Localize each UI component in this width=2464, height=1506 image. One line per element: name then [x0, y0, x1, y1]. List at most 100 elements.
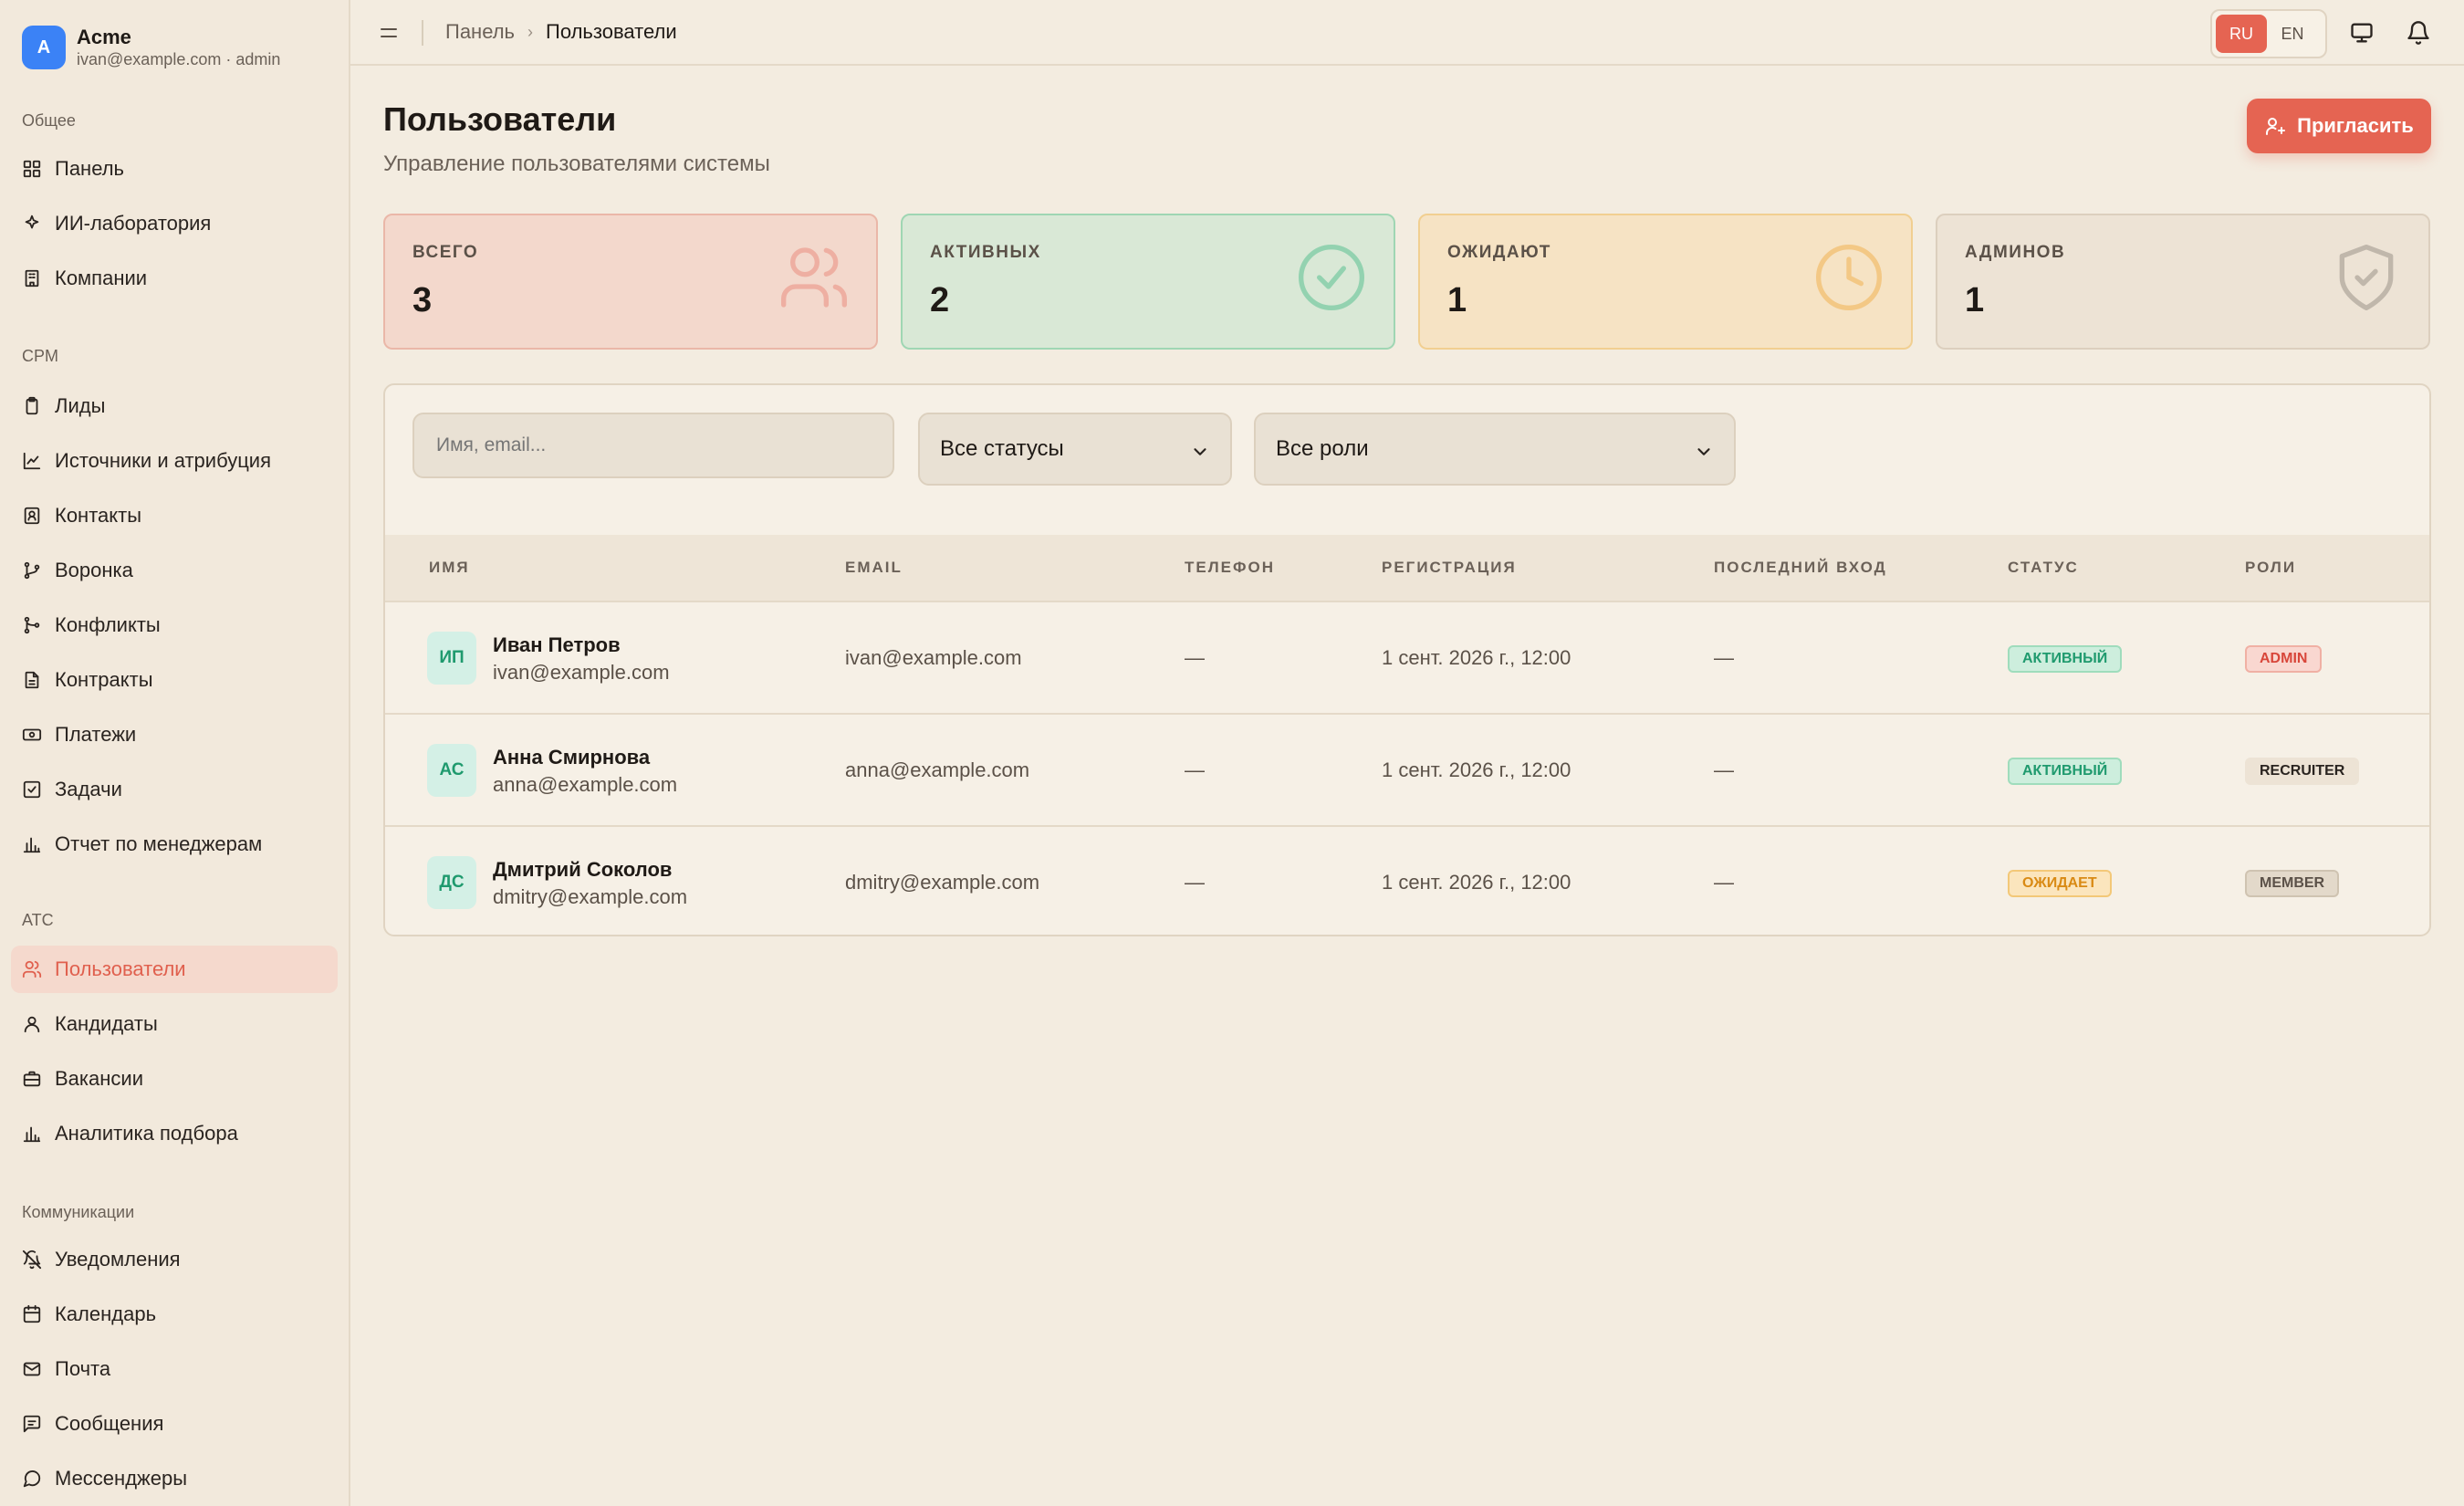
sidebar-item[interactable]: Конфликты: [11, 601, 338, 649]
sidebar-item[interactable]: Сообщения: [11, 1400, 338, 1448]
cell-registered: 1 сент. 2026 г., 12:00: [1382, 871, 1571, 894]
sidebar-section-general: Общее: [22, 111, 76, 130]
table-row[interactable]: ИП Иван Петров ivan@example.com ivan@exampl…: [385, 601, 2429, 713]
clock-icon: [1816, 245, 1882, 310]
user-name[interactable]: Анна Смирнова: [493, 746, 650, 769]
chart-line-icon: [23, 452, 41, 470]
sidebar-item[interactable]: Лиды: [11, 382, 338, 430]
table-row[interactable]: ДС Дмитрий Соколов dmitry@example.com dmitr…: [385, 825, 2429, 935]
cell-email: dmitry@example.com: [845, 871, 1040, 894]
stat-label: АКТИВНЫХ: [930, 243, 1041, 262]
sidebar-item-label: Календарь: [55, 1302, 157, 1325]
sidebar-item[interactable]: Платежи: [11, 711, 338, 758]
status-badge: ОЖИДАЕТ: [2008, 870, 2112, 897]
banknote-icon: [22, 728, 42, 741]
sidebar-item-label: Почта: [55, 1357, 111, 1380]
chevron-right-icon: ›: [527, 22, 534, 41]
bar-chart-icon: [23, 837, 41, 853]
avatar: ДС: [427, 856, 476, 909]
role-filter-select[interactable]: Все роли: [1254, 413, 1736, 486]
invite-label: Пригласить: [2297, 114, 2414, 137]
users-panel: Все статусы Все роли ИМЯ EMAIL ТЕЛЕФОН Р…: [383, 383, 2431, 936]
workspace-switcher[interactable]: A Acme ivan@example.com · admin: [22, 24, 280, 71]
sidebar-item-label: Задачи: [55, 778, 122, 800]
git-branch-icon: [24, 561, 40, 580]
sidebar-item[interactable]: Мессенджеры: [11, 1455, 338, 1502]
role-badge: RECRUITER: [2245, 758, 2360, 785]
sidebar-item-label: Сообщения: [55, 1412, 164, 1435]
sidebar-item-label: Лиды: [55, 394, 106, 417]
lang-en-button[interactable]: EN: [2267, 15, 2318, 53]
sidebar-section-atc: ATC: [22, 911, 54, 929]
user-email-sub: anna@example.com: [493, 773, 678, 796]
sidebar-item-label: Контакты: [55, 504, 142, 527]
column-name[interactable]: ИМЯ: [429, 559, 470, 577]
monitor-icon[interactable]: [2349, 20, 2375, 46]
column-status[interactable]: СТАТУС: [2008, 559, 2079, 577]
sidebar-item[interactable]: Вакансии: [11, 1055, 338, 1103]
sidebar-item[interactable]: Контракты: [11, 656, 338, 704]
column-email[interactable]: EMAIL: [845, 559, 903, 577]
invite-button[interactable]: Пригласить: [2247, 99, 2431, 153]
git-merge-icon: [24, 616, 40, 634]
sidebar-item-label: Аналитика подбора: [55, 1122, 238, 1145]
sidebar-item[interactable]: Уведомления: [11, 1236, 338, 1283]
sidebar-item[interactable]: Аналитика подбора: [11, 1110, 338, 1157]
user-name[interactable]: Иван Петров: [493, 633, 621, 657]
avatar: ИП: [427, 632, 476, 685]
shield-check-icon: [2339, 245, 2394, 311]
table-row[interactable]: АС Анна Смирнова anna@example.com anna@exam…: [385, 713, 2429, 825]
column-phone[interactable]: ТЕЛЕФОН: [1185, 559, 1275, 577]
column-registered[interactable]: РЕГИСТРАЦИЯ: [1382, 559, 1517, 577]
column-roles[interactable]: РОЛИ: [2245, 559, 2296, 577]
table-header: ИМЯ EMAIL ТЕЛЕФОН РЕГИСТРАЦИЯ ПОСЛЕДНИЙ …: [385, 535, 2429, 601]
briefcase-icon: [23, 1071, 41, 1087]
message-circle-icon: [23, 1470, 41, 1488]
cell-last-login: —: [1714, 758, 1734, 781]
sidebar-item-label: Пользователи: [55, 957, 186, 980]
sidebar-item[interactable]: Календарь: [11, 1291, 338, 1338]
search-input[interactable]: [412, 413, 894, 478]
status-badge: АКТИВНЫЙ: [2008, 645, 2123, 673]
sidebar-item-label: Платежи: [55, 723, 137, 746]
sidebar-item[interactable]: Почта: [11, 1345, 338, 1393]
sidebar-item[interactable]: Пользователи: [11, 946, 338, 993]
role-badge: MEMBER: [2245, 870, 2340, 897]
sidebar-item[interactable]: Источники и атрибуция: [11, 437, 338, 485]
lang-ru-button[interactable]: RU: [2216, 15, 2267, 53]
sidebar-item[interactable]: Кандидаты: [11, 1000, 338, 1048]
cell-registered: 1 сент. 2026 г., 12:00: [1382, 758, 1571, 781]
breadcrumb-dashboard[interactable]: Панель: [445, 20, 515, 44]
building-icon: [25, 269, 39, 288]
sidebar-item[interactable]: Отчет по менеджерам: [11, 821, 338, 868]
bar-chart-icon: [23, 1126, 41, 1143]
message-square-icon: [23, 1415, 41, 1433]
sidebar-toggle-icon[interactable]: [378, 22, 400, 44]
contact-icon: [24, 507, 40, 525]
sidebar-item[interactable]: Воронка: [11, 547, 338, 594]
sparkles-icon: [25, 214, 39, 229]
sidebar-item[interactable]: ИИ-лаборатория: [11, 200, 338, 247]
bell-off-icon: [22, 1250, 42, 1270]
sidebar-item-label: Мессенджеры: [55, 1467, 188, 1490]
column-last-login[interactable]: ПОСЛЕДНИЙ ВХОД: [1714, 559, 1887, 577]
user-email-sub: ivan@example.com: [493, 661, 670, 684]
status-filter-value: Все статусы: [940, 436, 1064, 461]
sidebar-item[interactable]: Задачи: [11, 766, 338, 813]
status-filter-select[interactable]: Все статусы: [918, 413, 1232, 486]
user-name[interactable]: Дмитрий Соколов: [493, 858, 672, 882]
bell-icon[interactable]: [2406, 20, 2431, 46]
sidebar-item-label: Панель: [55, 157, 125, 180]
sidebar-item[interactable]: Панель: [11, 145, 338, 193]
sidebar: A Acme ivan@example.com · admin Общее CP…: [0, 0, 350, 1506]
stat-label: ВСЕГО: [412, 243, 479, 262]
sidebar-item[interactable]: Контакты: [11, 492, 338, 539]
cell-email: anna@example.com: [845, 758, 1030, 781]
user-plus-icon: [2266, 118, 2286, 135]
status-badge: АКТИВНЫЙ: [2008, 758, 2123, 785]
sidebar-item[interactable]: Компании: [11, 255, 338, 302]
check-square-icon: [23, 780, 41, 799]
stat-value: 2: [930, 281, 950, 319]
users-icon: [781, 247, 848, 308]
cell-phone: —: [1185, 758, 1205, 781]
